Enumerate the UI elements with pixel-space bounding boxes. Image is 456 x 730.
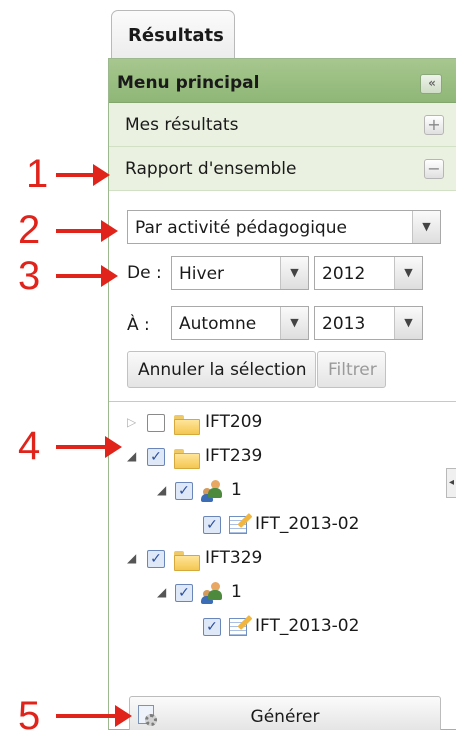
tree-item-activity[interactable]: ✓ IFT_2013-02	[203, 615, 403, 642]
annotation-arrow-head	[101, 220, 118, 242]
to-year-select[interactable]: 2013 ▼	[314, 306, 423, 340]
from-label: De :	[127, 263, 162, 283]
annotation-number: 5	[18, 694, 41, 730]
tree-item-ift239[interactable]: ◢ ✓ IFT239	[127, 446, 327, 472]
annotation-arrow	[56, 274, 102, 278]
grouping-select[interactable]: Par activité pédagogique ▼	[127, 210, 441, 244]
annotation-number: 1	[26, 152, 49, 196]
collapse-triangle-icon[interactable]: ◢	[157, 582, 169, 602]
generate-button[interactable]: Générer	[129, 696, 441, 730]
tree-item-ift329[interactable]: ◢ ✓ IFT329	[127, 548, 327, 574]
checkbox[interactable]: ✓	[203, 618, 221, 636]
section-mes-resultats[interactable]: Mes résultats +	[109, 103, 456, 147]
tree-item-label: IFT209	[205, 412, 263, 432]
annotation-arrow-head	[93, 164, 110, 186]
section-mes-resultats-label: Mes résultats	[125, 115, 239, 135]
from-year-select[interactable]: 2012 ▼	[314, 256, 423, 290]
from-year-value: 2012	[322, 264, 366, 284]
collapse-icon[interactable]: −	[424, 159, 444, 179]
collapse-triangle-icon[interactable]: ◢	[127, 446, 139, 466]
tree-item-label: IFT_2013-02	[255, 514, 360, 534]
checkbox[interactable]: ✓	[147, 448, 165, 466]
annotation-arrow	[56, 229, 102, 233]
panel-resize-handle[interactable]: ◂	[446, 468, 456, 498]
section-rapport-ensemble[interactable]: Rapport d'ensemble −	[109, 147, 456, 191]
checkbox[interactable]: ✓	[175, 482, 193, 500]
tree-item-label: IFT329	[205, 548, 263, 568]
folder-icon	[174, 415, 200, 435]
folder-icon	[174, 449, 200, 469]
annotation-arrow	[56, 173, 94, 177]
annotation-arrow-head	[101, 265, 118, 287]
tab-resultats[interactable]: Résultats	[111, 10, 235, 60]
checkbox[interactable]	[147, 414, 165, 432]
from-season-value: Hiver	[179, 264, 225, 284]
document-edit-icon	[229, 615, 253, 638]
checkbox[interactable]: ✓	[203, 516, 221, 534]
folder-icon	[174, 551, 200, 571]
chevron-down-icon[interactable]: ▼	[394, 307, 422, 339]
annotation-arrow	[56, 445, 106, 449]
annotation-number: 2	[18, 208, 41, 252]
main-menu-panel: Menu principal « Mes résultats + Rapport…	[108, 58, 456, 730]
chevron-down-icon[interactable]: ▼	[280, 307, 308, 339]
chevron-down-icon[interactable]: ▼	[394, 257, 422, 289]
generate-label: Générer	[250, 707, 320, 727]
tree-item-label: IFT_2013-02	[255, 616, 360, 636]
to-year-value: 2013	[322, 314, 366, 334]
section-rapport-ensemble-label: Rapport d'ensemble	[125, 159, 297, 179]
menu-title: Menu principal	[117, 73, 260, 93]
annotation-arrow-head	[105, 436, 122, 458]
checkbox[interactable]: ✓	[147, 550, 165, 568]
tree-item-group[interactable]: ◢ ✓ 1	[157, 582, 307, 608]
tree-item-label: 1	[231, 480, 242, 500]
tree-item-ift209[interactable]: ▷ IFT209	[127, 412, 327, 438]
annotation-number: 3	[18, 254, 41, 298]
tree-item-label: IFT239	[205, 446, 263, 466]
tree-item-group[interactable]: ◢ ✓ 1	[157, 480, 307, 506]
filter-button[interactable]: Filtrer	[317, 351, 386, 388]
collapse-triangle-icon[interactable]: ◢	[127, 548, 139, 568]
grouping-value: Par activité pédagogique	[135, 218, 347, 238]
collapse-triangle-icon[interactable]: ◢	[157, 480, 169, 500]
collapse-menu-button[interactable]: «	[420, 74, 442, 94]
users-icon	[201, 582, 227, 604]
from-season-select[interactable]: Hiver ▼	[171, 256, 309, 290]
tree-item-activity[interactable]: ✓ IFT_2013-02	[203, 513, 403, 540]
annotation-number: 4	[18, 424, 41, 468]
to-season-select[interactable]: Automne ▼	[171, 306, 309, 340]
chevron-down-icon[interactable]: ▼	[412, 211, 440, 243]
chevron-down-icon[interactable]: ▼	[280, 257, 308, 289]
expand-triangle-icon[interactable]: ▷	[127, 412, 139, 432]
expand-icon[interactable]: +	[424, 115, 444, 135]
annotation-arrow-head	[115, 705, 132, 727]
course-tree: ▷ IFT209 ◢ ✓ IFT239 ◢ ✓ 1 ✓ IFT_2013-02 …	[109, 401, 456, 730]
document-edit-icon	[229, 513, 253, 536]
annotation-arrow	[56, 714, 116, 718]
menu-header: Menu principal «	[109, 59, 456, 103]
tree-item-label: 1	[231, 582, 242, 602]
to-season-value: Automne	[179, 314, 257, 334]
to-label: À :	[127, 315, 150, 335]
clear-selection-button[interactable]: Annuler la sélection	[127, 351, 316, 388]
report-gear-icon	[138, 705, 158, 727]
checkbox[interactable]: ✓	[175, 584, 193, 602]
users-icon	[201, 480, 227, 502]
